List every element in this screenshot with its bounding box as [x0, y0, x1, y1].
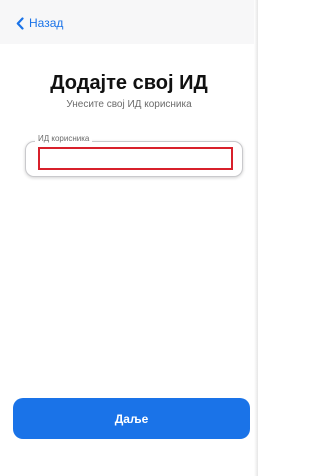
back-button[interactable]: Назад — [16, 15, 63, 31]
page-title: Додајте свој ИД — [50, 72, 208, 94]
next-button[interactable]: Даље — [13, 398, 250, 439]
add-id-screen: Назад Додајте свој ИД Унесите свој ИД ко… — [0, 0, 258, 476]
user-id-input[interactable] — [38, 147, 233, 170]
chevron-left-icon — [16, 16, 24, 30]
navigation-bar: Назад — [0, 0, 254, 44]
user-id-field-label: ИД корисника — [35, 134, 93, 143]
screen-edge — [254, 0, 258, 476]
page-subtitle: Унесите свој ИД корисника — [66, 99, 192, 110]
back-label: Назад — [29, 16, 64, 30]
